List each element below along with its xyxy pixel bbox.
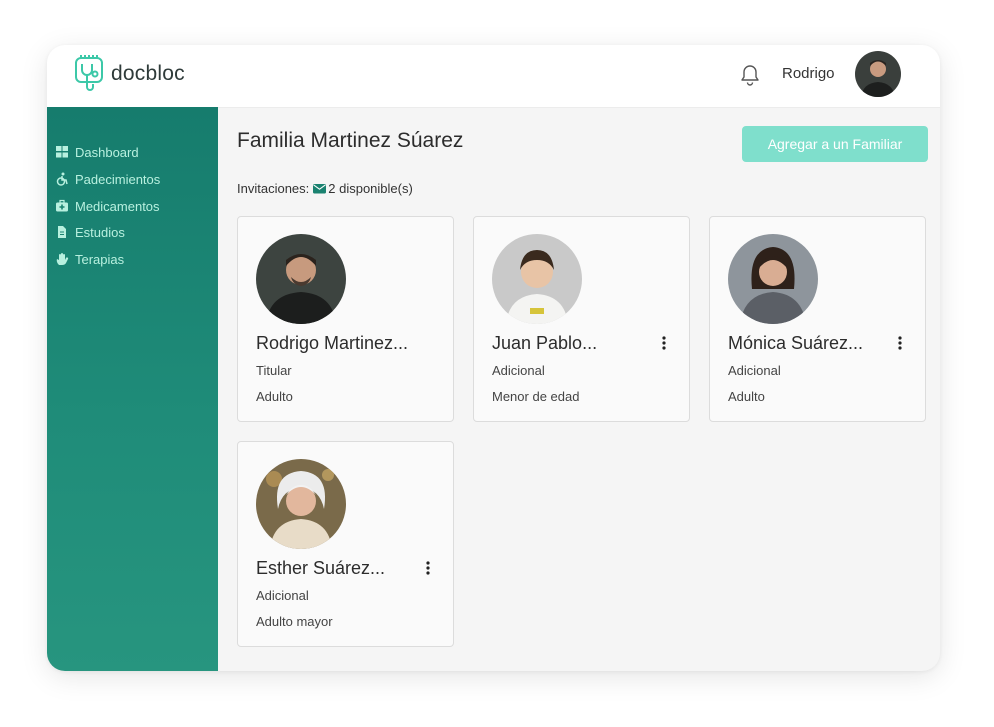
member-age-group: Adulto mayor bbox=[256, 614, 333, 629]
sidebar-item-label: Estudios bbox=[75, 224, 125, 240]
sidebar-item-terapias[interactable]: Terapias bbox=[55, 249, 124, 269]
main-content: Familia Martinez Súarez Agregar a un Fam… bbox=[218, 107, 940, 671]
user-avatar[interactable] bbox=[855, 51, 901, 97]
app-window: docbloc Rodrigo Dashboard Padecimientos … bbox=[47, 45, 940, 671]
member-age-group: Menor de edad bbox=[492, 389, 580, 404]
invitations-label: Invitaciones: bbox=[237, 181, 310, 196]
member-role: Adicional bbox=[728, 363, 781, 378]
member-name: Mónica Suárez... bbox=[728, 333, 864, 353]
invitations-info: Invitaciones: 2 disponible(s) bbox=[237, 181, 413, 196]
notification-bell-icon[interactable] bbox=[740, 64, 760, 86]
member-role: Adicional bbox=[256, 588, 309, 603]
member-name: Rodrigo Martinez... bbox=[256, 333, 409, 353]
accessibility-icon bbox=[56, 172, 68, 186]
page-title: Familia Martinez Súarez bbox=[237, 129, 464, 152]
member-photo bbox=[256, 459, 346, 549]
top-bar: docbloc Rodrigo bbox=[47, 45, 940, 108]
member-role: Titular bbox=[256, 363, 292, 378]
sidebar-item-dashboard[interactable]: Dashboard bbox=[55, 142, 139, 162]
document-icon bbox=[58, 226, 66, 238]
stethoscope-logo-icon bbox=[75, 55, 103, 91]
sidebar: Dashboard Padecimientos Medicamentos Est… bbox=[47, 107, 218, 671]
sidebar-item-estudios[interactable]: Estudios bbox=[55, 222, 125, 242]
member-role: Adicional bbox=[492, 363, 545, 378]
dashboard-grid-icon bbox=[56, 146, 68, 158]
sidebar-item-medicamentos[interactable]: Medicamentos bbox=[55, 196, 160, 216]
sidebar-item-label: Dashboard bbox=[75, 144, 139, 160]
member-name: Juan Pablo... bbox=[492, 333, 598, 353]
sidebar-item-label: Medicamentos bbox=[75, 198, 160, 214]
member-age-group: Adulto bbox=[256, 389, 293, 404]
sidebar-item-label: Terapias bbox=[75, 251, 125, 267]
member-card[interactable]: Juan Pablo... Adicional Menor de edad bbox=[473, 216, 690, 422]
hand-icon bbox=[56, 253, 69, 265]
user-name[interactable]: Rodrigo bbox=[782, 65, 835, 82]
brand-name: docbloc bbox=[111, 62, 185, 85]
member-name: Esther Suárez... bbox=[256, 558, 386, 578]
more-options-icon[interactable] bbox=[421, 558, 435, 578]
more-options-icon[interactable] bbox=[893, 333, 907, 353]
sidebar-item-label: Padecimientos bbox=[75, 171, 161, 187]
member-card[interactable]: Esther Suárez... Adicional Adulto mayor bbox=[237, 441, 454, 647]
member-card[interactable]: Mónica Suárez... Adicional Adulto bbox=[709, 216, 926, 422]
sidebar-item-padecimientos[interactable]: Padecimientos bbox=[55, 169, 160, 189]
add-family-member-button[interactable]: Agregar a un Familiar bbox=[742, 126, 928, 162]
member-age-group: Adulto bbox=[728, 389, 765, 404]
envelope-icon bbox=[313, 184, 327, 194]
medkit-icon bbox=[56, 199, 68, 212]
more-options-icon[interactable] bbox=[657, 333, 671, 353]
member-photo bbox=[728, 234, 818, 324]
member-card[interactable]: Rodrigo Martinez... Titular Adulto bbox=[237, 216, 454, 422]
member-photo bbox=[492, 234, 582, 324]
invitations-count: 2 disponible(s) bbox=[328, 181, 413, 196]
member-photo bbox=[256, 234, 346, 324]
